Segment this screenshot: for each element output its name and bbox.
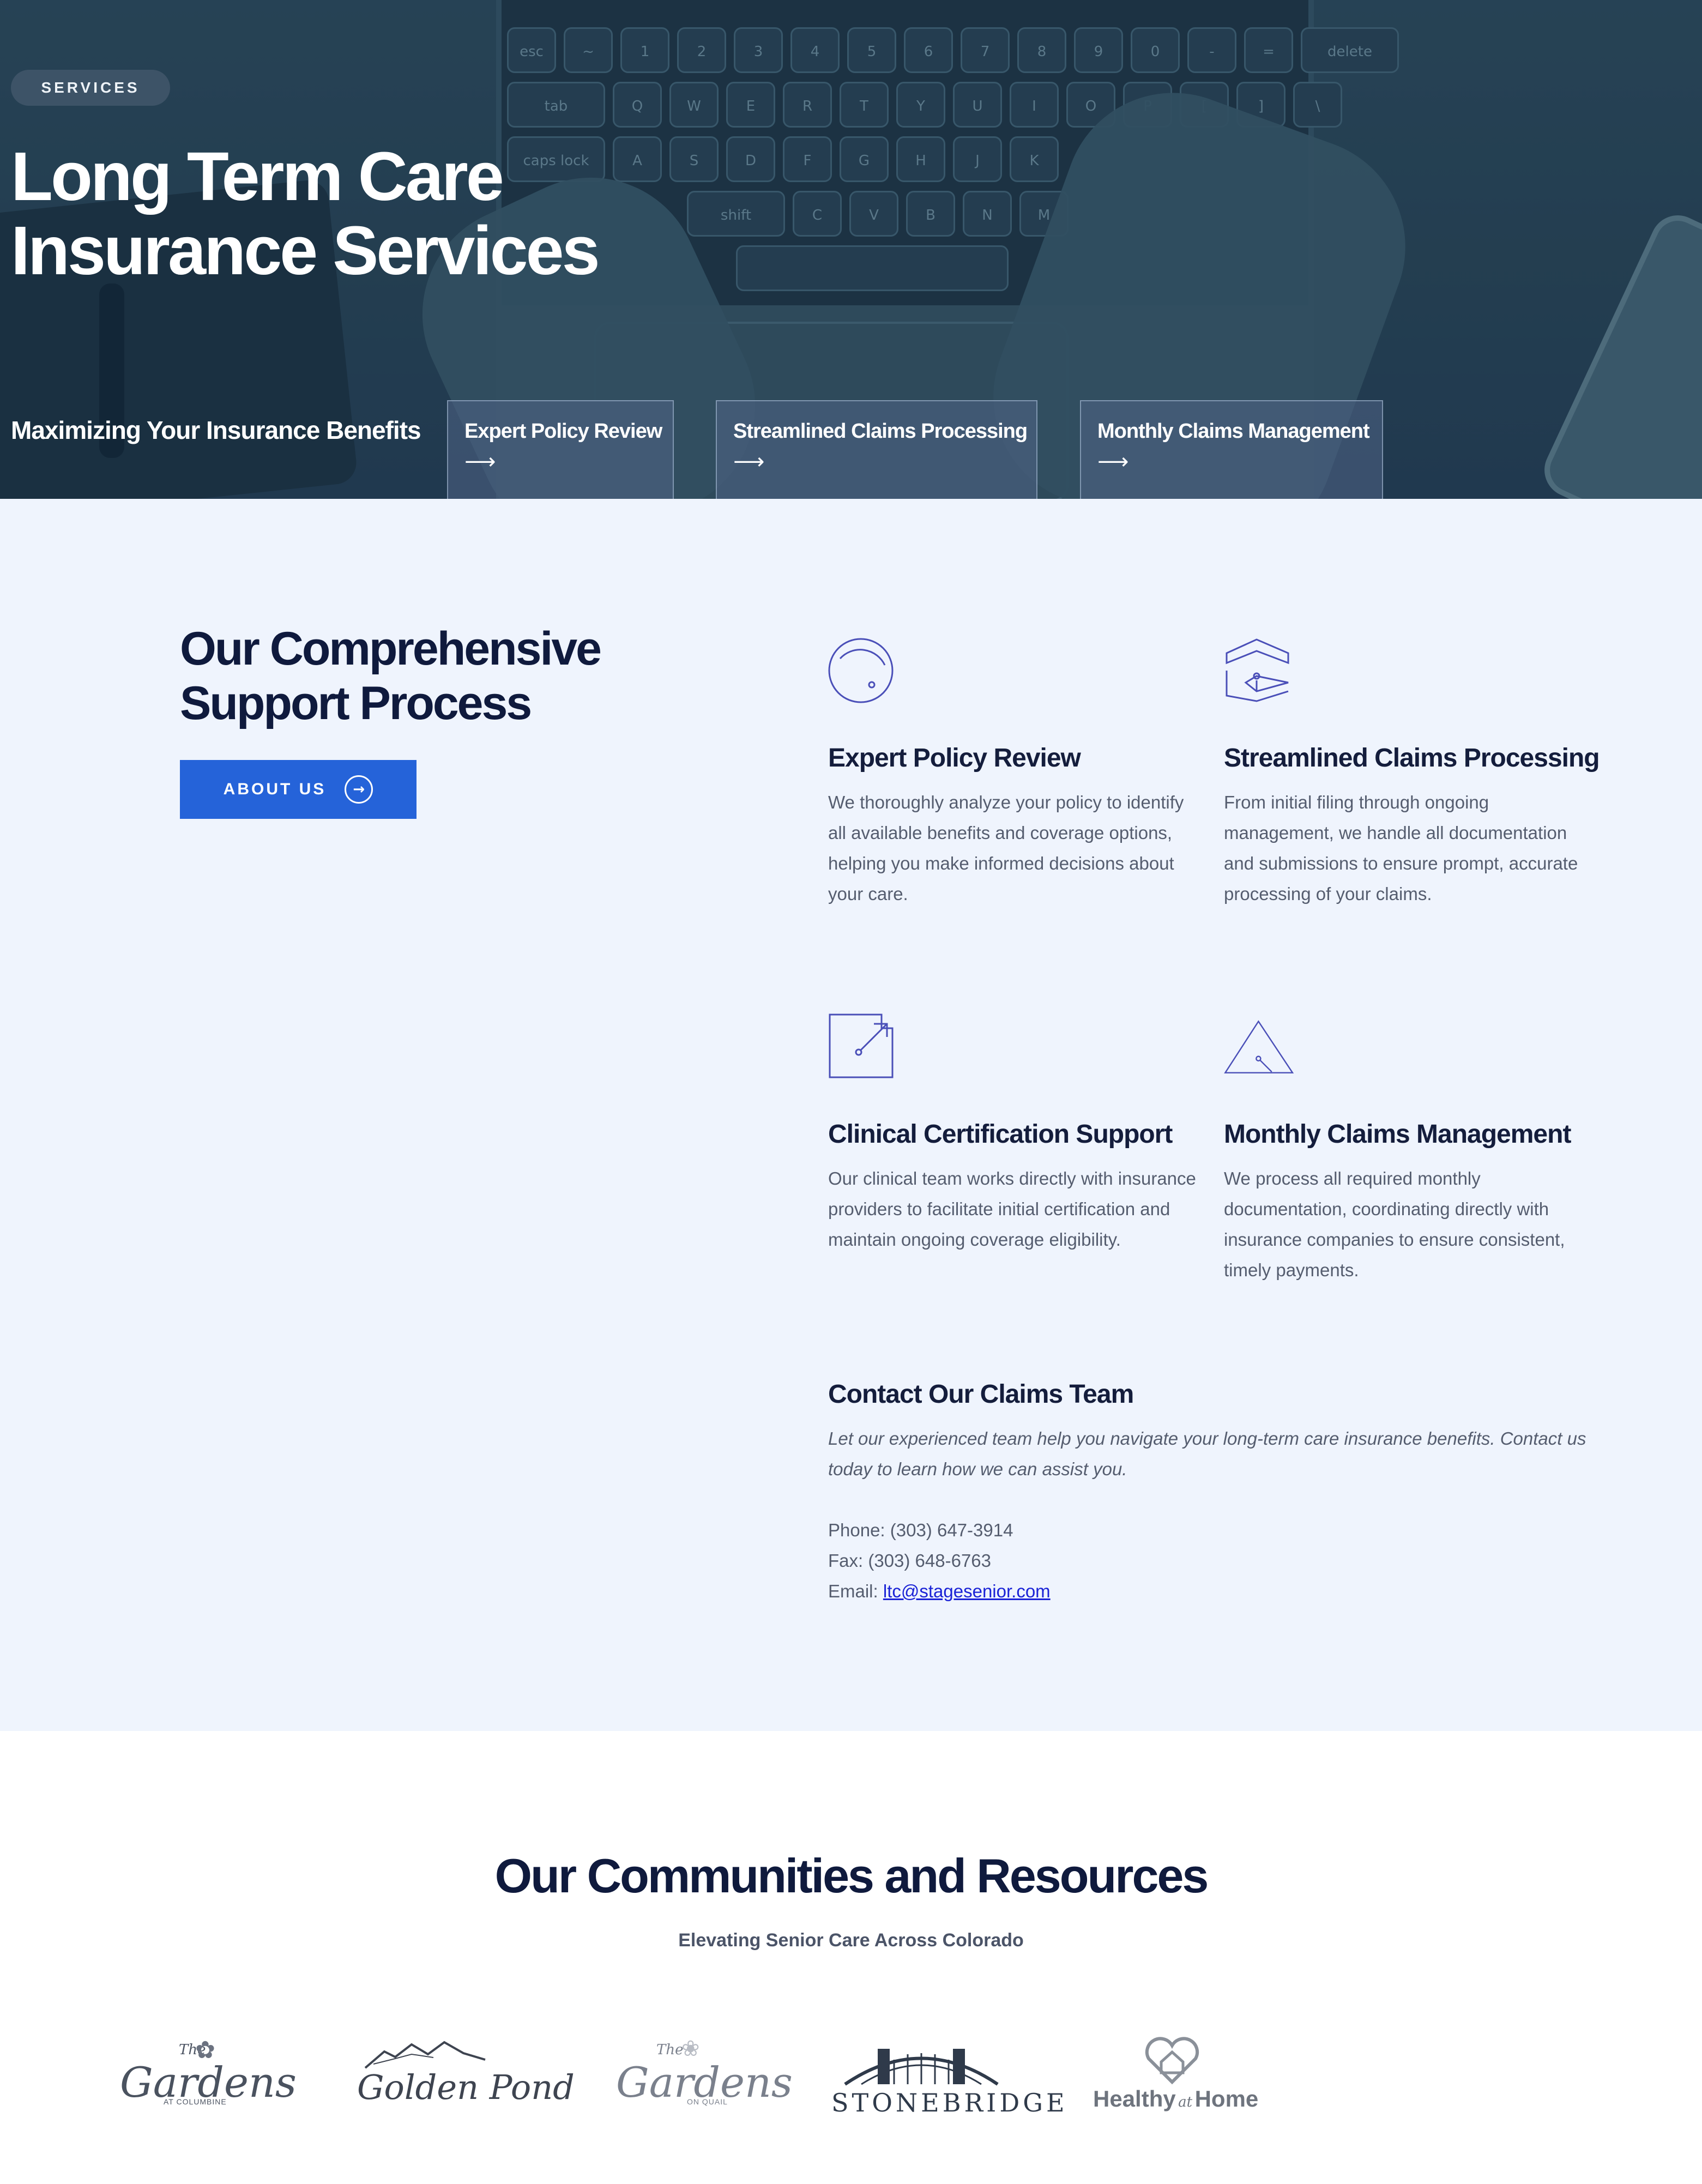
title-line-1: Long Term Care <box>11 138 504 215</box>
circle-outline-icon <box>828 638 894 703</box>
logo-small-bottom: AT COLUMBINE <box>164 2097 227 2106</box>
logo-main-c: Home <box>1194 2086 1259 2111</box>
square-arrow-icon <box>829 1013 894 1078</box>
logo-golden-pond[interactable]: Golden Pond <box>349 2028 575 2121</box>
page-title: Long Term Care Insurance Services <box>11 140 665 288</box>
hero-card-label: Streamlined Claims Processing <box>733 420 1028 443</box>
logo-main-text: Golden Pond <box>357 2067 575 2107</box>
logo-gardens-on-quail[interactable]: The ❀ Gardens ON QUAIL <box>605 2028 793 2121</box>
service-title: Monthly Claims Management <box>1224 1120 1571 1149</box>
service-monthly-claims: Monthly Claims Management We process all… <box>1224 1013 1595 1286</box>
logo-main-b: at <box>1178 2094 1193 2110</box>
logo-small-top: The <box>656 2042 684 2058</box>
contact-email-link[interactable]: ltc@stagesenior.com <box>883 1581 1051 1601</box>
arrow-right-icon: ⟶ <box>733 449 765 474</box>
logo-stonebridge[interactable]: STONEBRIDGE <box>823 2028 1065 2121</box>
contact-block: Contact Our Claims Team Let our experien… <box>828 1379 1591 1607</box>
hero-subtitle: Maximizing Your Insurance Benefits <box>11 416 421 444</box>
logo-wordmark: Healthy at Home <box>1093 2086 1258 2112</box>
hero-card-streamlined-claims[interactable]: Streamlined Claims Processing ⟶ <box>716 400 1037 499</box>
triangle-outline-icon <box>1224 1020 1294 1073</box>
bridge-icon <box>844 2049 999 2086</box>
services-badge: SERVICES <box>11 70 170 106</box>
logo-small-bottom: ON QUAIL <box>687 2097 728 2106</box>
hero-banner: esc~1234567890-=deletetabQWERTYUIOP[]\ca… <box>0 0 1702 499</box>
arrow-circle-icon: → <box>345 775 373 804</box>
heart-home-icon <box>1145 2037 1199 2085</box>
service-title: Clinical Certification Support <box>828 1120 1173 1149</box>
contact-title: Contact Our Claims Team <box>828 1380 1134 1409</box>
contact-phone: Phone: (303) 647-3914 <box>828 1520 1013 1540</box>
contact-email-label: Email: <box>828 1581 883 1601</box>
cube-outline-icon <box>1226 638 1289 702</box>
logo-main-a: Healthy <box>1093 2086 1176 2111</box>
arrow-right-icon: ⟶ <box>1097 449 1129 474</box>
communities-title: Our Communities and Resources <box>494 1849 1209 1903</box>
service-title: Expert Policy Review <box>828 744 1081 773</box>
communities-subtitle: Elevating Senior Care Across Colorado <box>678 1930 1024 1951</box>
about-us-label: ABOUT US <box>223 780 327 798</box>
section-title: Our Comprehensive Support Process <box>180 622 671 731</box>
contact-details: Phone: (303) 647-3914 Fax: (303) 648-676… <box>828 1515 1591 1607</box>
service-title: Streamlined Claims Processing <box>1224 744 1600 773</box>
service-clinical-certification: Clinical Certification Support Our clini… <box>828 1013 1199 1255</box>
hero-card-expert-policy-review[interactable]: Expert Policy Review ⟶ <box>447 400 674 499</box>
logo-gardens-at-columbine[interactable]: The ✿ Gardens AT COLUMBINE <box>109 2028 297 2121</box>
mountain-icon <box>364 2041 486 2069</box>
contact-intro: Let our experienced team help you naviga… <box>828 1428 1586 1479</box>
contact-email-row: Email: ltc@stagesenior.com <box>828 1576 1591 1607</box>
hero-card-label: Monthly Claims Management <box>1097 420 1370 443</box>
arrow-right-icon: ⟶ <box>464 449 496 474</box>
contact-fax: Fax: (303) 648-6763 <box>828 1550 992 1571</box>
section-title-line-2: Support Process <box>180 677 532 729</box>
logo-main-text: STONEBRIDGE <box>831 2088 1068 2117</box>
service-text: Our clinical team works directly with in… <box>828 1168 1196 1250</box>
about-us-button[interactable]: ABOUT US → <box>180 760 417 819</box>
service-text: From initial filing through ongoing mana… <box>1224 792 1578 904</box>
hero-card-label: Expert Policy Review <box>464 420 662 443</box>
service-text: We process all required monthly document… <box>1224 1168 1565 1280</box>
service-expert-policy-review: Expert Policy Review We thoroughly analy… <box>828 637 1199 909</box>
title-line-2: Insurance Services <box>11 212 600 289</box>
service-streamlined-claims: Streamlined Claims Processing From initi… <box>1224 637 1600 909</box>
logo-healthy-at-home[interactable]: Healthy at Home <box>1090 2028 1258 2121</box>
section-title-line-1: Our Comprehensive <box>180 623 602 675</box>
service-text: We thoroughly analyze your policy to ide… <box>828 792 1184 904</box>
hero-card-monthly-claims[interactable]: Monthly Claims Management ⟶ <box>1080 400 1383 499</box>
